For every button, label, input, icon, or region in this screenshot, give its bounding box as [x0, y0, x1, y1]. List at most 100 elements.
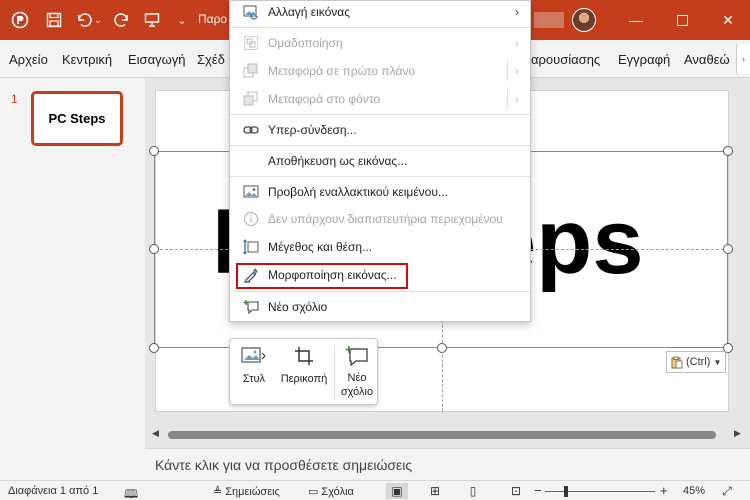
resize-handle-bl[interactable] — [149, 343, 159, 353]
resize-handle-tl[interactable] — [149, 146, 159, 156]
zoom-level[interactable]: 45% — [683, 485, 705, 497]
autosave-icon[interactable] — [10, 10, 30, 30]
close-icon[interactable]: ✕ — [705, 0, 750, 40]
link-icon — [241, 120, 261, 140]
zoom-out-icon[interactable]: − — [534, 483, 542, 498]
scrollbar-thumb[interactable] — [168, 431, 716, 439]
menu-separator — [230, 291, 530, 292]
menu-label: Αλλαγή εικόνας — [268, 5, 351, 19]
tab-record[interactable]: Εγγραφή — [618, 52, 670, 67]
menu-separator — [230, 114, 530, 115]
menu-item-content-credentials: Δεν υπάρχουν διαπιστευτήρια περιεχομένου — [230, 206, 530, 232]
menu-label: Προβολή εναλλακτικού κειμένου... — [268, 185, 448, 199]
notes-label: Σημειώσεις — [225, 485, 280, 498]
crop-button[interactable]: Περικοπή — [276, 339, 332, 406]
minimize-icon[interactable]: — — [613, 0, 659, 40]
new-comment-button[interactable]: Νέο σχόλιο — [336, 339, 378, 406]
menu-separator — [230, 27, 530, 28]
slides-panel-bottom — [0, 448, 145, 480]
tab-design[interactable]: Σχέδ — [197, 52, 225, 67]
comments-button[interactable]: ▭ Σχόλια — [308, 485, 354, 499]
account-name — [534, 12, 564, 28]
customize-icon[interactable]: ⌄ — [172, 10, 192, 30]
save-icon[interactable] — [44, 10, 64, 30]
menu-item-size-position[interactable]: Μέγεθος και θέση... — [230, 234, 530, 260]
resize-handle-bm[interactable] — [437, 343, 447, 353]
resize-handle-tr[interactable] — [723, 146, 733, 156]
paste-options-button[interactable]: (Ctrl) ▼ — [666, 351, 726, 373]
status-bar: Διαφάνεια 1 από 1 🕮 ≜ Σημειώσεις ▭ Σχόλι… — [0, 480, 750, 500]
tab-home[interactable]: Κεντρική — [62, 52, 112, 67]
slide-counter: Διαφάνεια 1 από 1 — [8, 485, 99, 497]
mini-toolbar-separator — [334, 345, 335, 400]
reading-view-icon[interactable]: ▯ — [462, 483, 484, 499]
slide-thumbnail[interactable]: PC Steps — [31, 91, 123, 146]
notes-pane[interactable]: Κάντε κλικ για να προσθέσετε σημειώσεις — [145, 448, 750, 480]
horizontal-scrollbar[interactable]: ◀ ▶ — [148, 428, 748, 442]
undo-icon[interactable] — [74, 10, 94, 30]
menu-item-save-as-picture[interactable]: Αποθήκευση ως εικόνας... — [230, 148, 530, 174]
menu-label: Υπερ-σύνδεση... — [268, 123, 357, 137]
accessibility-icon[interactable]: 🕮 — [124, 485, 138, 500]
content-credentials-icon — [241, 209, 261, 229]
avatar[interactable] — [572, 8, 596, 32]
crop-label: Περικοπή — [280, 373, 328, 385]
comments-icon: ▭ — [308, 486, 319, 498]
menu-item-group: Ομαδοποίηση › — [230, 30, 530, 56]
picture-style-icon — [241, 347, 266, 363]
menu-separator — [230, 176, 530, 177]
resize-handle-mr[interactable] — [723, 244, 733, 254]
menu-item-change-picture[interactable]: Αλλαγή εικόνας › — [230, 0, 530, 25]
menu-item-hyperlink[interactable]: Υπερ-σύνδεση... — [230, 117, 530, 143]
chevron-right-icon: › — [515, 64, 519, 78]
menu-label: Αποθήκευση ως εικόνας... — [268, 154, 408, 168]
group-icon — [241, 33, 261, 53]
undo-dropdown-icon[interactable]: ⌄ — [93, 10, 103, 30]
menu-label: Μεταφορά σε πρώτο πλάνο — [268, 64, 416, 78]
redo-icon[interactable] — [112, 10, 132, 30]
menu-label: Ομαδοποίηση — [268, 36, 343, 50]
style-button[interactable]: Στυλ — [236, 339, 272, 406]
menu-separator — [230, 145, 530, 146]
menu-label: Μεταφορά στο φόντο — [268, 92, 381, 106]
menu-item-alt-text[interactable]: Προβολή εναλλακτικού κειμένου... — [230, 179, 530, 205]
slide-sorter-icon[interactable]: ⊞ — [424, 483, 446, 499]
tab-insert[interactable]: Εισαγωγή — [128, 52, 185, 67]
new-comment-icon — [241, 297, 261, 317]
document-title: Παρο — [198, 12, 228, 26]
clipboard-icon — [671, 356, 683, 368]
menu-label: Δεν υπάρχουν διαπιστευτήρια περιεχομένου — [268, 212, 503, 226]
menu-label: Μέγεθος και θέση... — [268, 240, 373, 254]
slide-number: 1 — [11, 92, 18, 106]
zoom-in-icon[interactable]: + — [660, 483, 668, 498]
scroll-left-icon[interactable]: ◀ — [152, 428, 159, 439]
presentation-icon[interactable] — [142, 10, 162, 30]
highlight-box — [236, 263, 408, 289]
ribbon-scroll-right[interactable]: › — [736, 44, 750, 74]
zoom-slider[interactable] — [545, 491, 655, 492]
zoom-slider-thumb[interactable] — [564, 486, 568, 497]
crop-icon — [295, 347, 313, 365]
split-separator — [507, 89, 508, 109]
menu-label: Νέο σχόλιο — [268, 300, 328, 314]
slideshow-view-icon[interactable]: ⊡ — [505, 483, 527, 499]
scroll-right-icon[interactable]: ▶ — [734, 428, 741, 439]
new-comment-icon — [345, 346, 368, 367]
menu-item-new-comment[interactable]: Νέο σχόλιο — [230, 294, 530, 320]
resize-handle-ml[interactable] — [149, 244, 159, 254]
comment-label-line2: σχόλιο — [340, 386, 374, 398]
chevron-right-icon: › — [515, 36, 519, 50]
fit-to-window-icon[interactable]: ⤢ — [716, 483, 738, 499]
notes-button[interactable]: ≜ Σημειώσεις — [213, 485, 280, 499]
size-position-icon — [241, 237, 261, 257]
tab-review[interactable]: Αναθεώ — [684, 52, 730, 67]
notes-placeholder: Κάντε κλικ για να προσθέσετε σημειώσεις — [155, 457, 413, 473]
tab-file[interactable]: Αρχείο — [9, 52, 48, 67]
menu-item-bring-forward: Μεταφορά σε πρώτο πλάνο › — [230, 58, 530, 84]
maximize-icon[interactable] — [659, 0, 705, 40]
normal-view-icon[interactable]: ▣ — [386, 483, 408, 499]
comment-label-line1: Νέο — [347, 372, 367, 384]
send-backward-icon — [241, 89, 261, 109]
tab-slideshow[interactable]: αρουσίασης — [531, 52, 600, 67]
alt-text-icon — [241, 182, 261, 202]
